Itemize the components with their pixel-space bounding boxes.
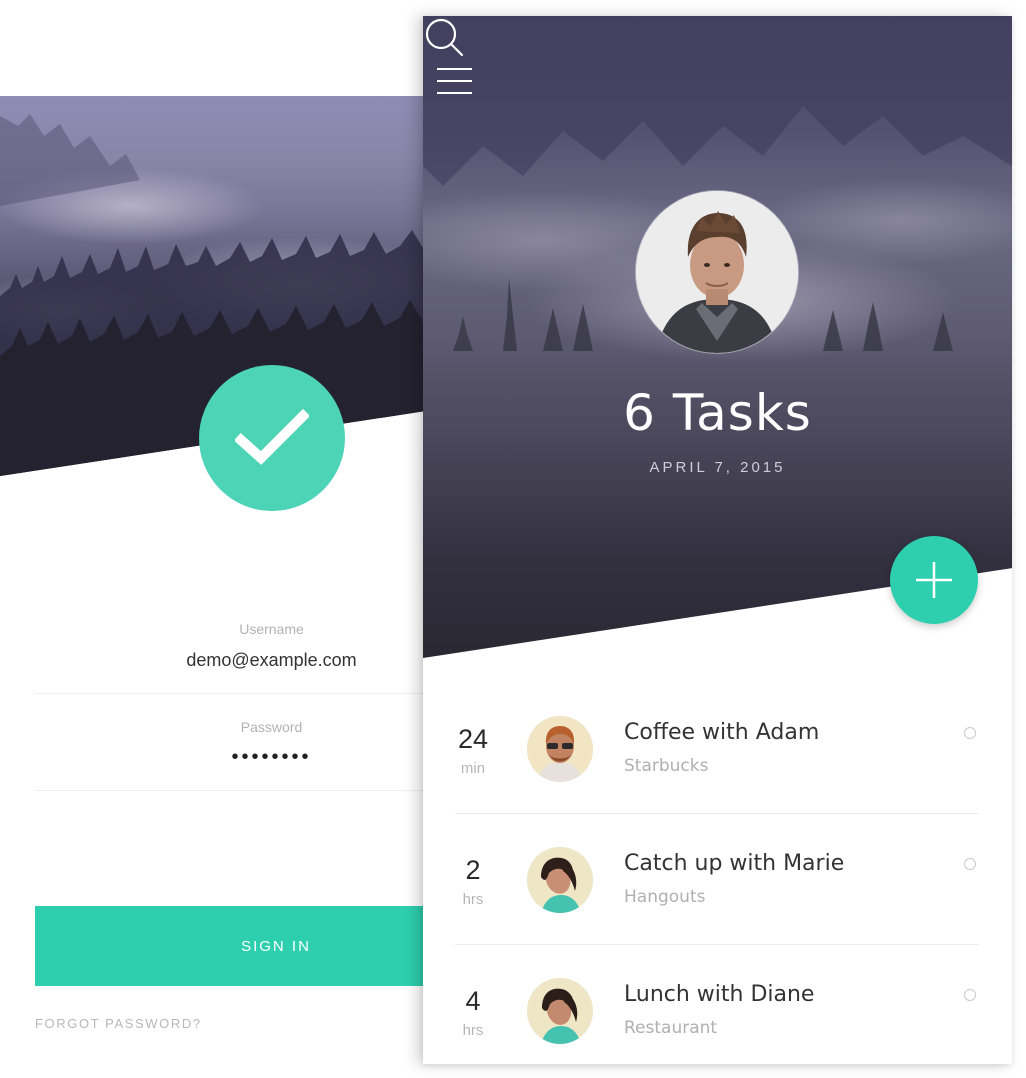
search-icon[interactable] — [423, 16, 465, 58]
task-duration-unit: min — [460, 760, 486, 777]
username-field[interactable]: demo@example.com — [0, 650, 423, 671]
avatar-diane — [527, 978, 593, 1044]
username-label: Username — [239, 621, 304, 637]
task-subtitle: Starbucks — [624, 756, 709, 776]
task-row-diane[interactable]: 4 hrs Lunch with Diane Restaurant — [423, 958, 1012, 1064]
profile-photo — [636, 191, 798, 353]
sign-in-label: SIGN IN — [241, 937, 311, 955]
task-row-marie[interactable]: 2 hrs Catch up with Marie Hangouts — [423, 827, 1012, 957]
task-complete-toggle[interactable] — [964, 727, 976, 739]
password-label: Password — [240, 719, 303, 735]
checkmark-icon — [235, 408, 309, 465]
task-duration-number: 24 — [457, 724, 489, 754]
task-divider — [455, 944, 979, 945]
task-divider — [455, 813, 979, 814]
task-duration-unit: hrs — [462, 891, 484, 908]
task-title: Coffee with Adam — [624, 720, 820, 745]
task-subtitle: Restaurant — [624, 1018, 718, 1038]
sign-in-button[interactable]: SIGN IN — [35, 906, 423, 986]
forgot-password-link[interactable]: FORGOT PASSWORD? — [35, 1016, 202, 1031]
tasks-count-title: 6 Tasks — [623, 384, 812, 442]
login-screen: Username demo@example.com Password •••••… — [0, 96, 423, 1078]
task-title: Lunch with Diane — [624, 982, 815, 1007]
task-title: Catch up with Marie — [624, 851, 845, 876]
task-duration-unit: hrs — [462, 1022, 484, 1039]
add-task-button[interactable] — [890, 536, 978, 624]
task-avatar — [527, 847, 593, 913]
task-complete-toggle[interactable] — [964, 858, 976, 870]
tasks-date: APRIL 7, 2015 — [649, 459, 786, 476]
tasks-screen: 6 Tasks APRIL 7, 2015 24 min Coffee with… — [423, 16, 1012, 1064]
password-field[interactable]: •••••••• — [0, 746, 423, 769]
task-row-coffee[interactable]: 24 min Coffee with Adam Starbucks — [423, 696, 1012, 826]
task-duration-number: 2 — [465, 855, 481, 885]
password-divider — [35, 790, 423, 791]
task-avatar — [527, 716, 593, 782]
task-complete-toggle[interactable] — [964, 989, 976, 1001]
task-subtitle: Hangouts — [624, 887, 706, 907]
plus-icon — [916, 562, 952, 598]
profile-avatar[interactable] — [636, 191, 798, 353]
success-check-badge — [199, 365, 345, 511]
hamburger-menu-icon[interactable] — [437, 66, 473, 98]
task-duration-number: 4 — [465, 986, 481, 1016]
avatar-adam — [527, 716, 593, 782]
avatar-marie — [527, 847, 593, 913]
task-avatar — [527, 978, 593, 1044]
username-divider — [35, 693, 423, 694]
